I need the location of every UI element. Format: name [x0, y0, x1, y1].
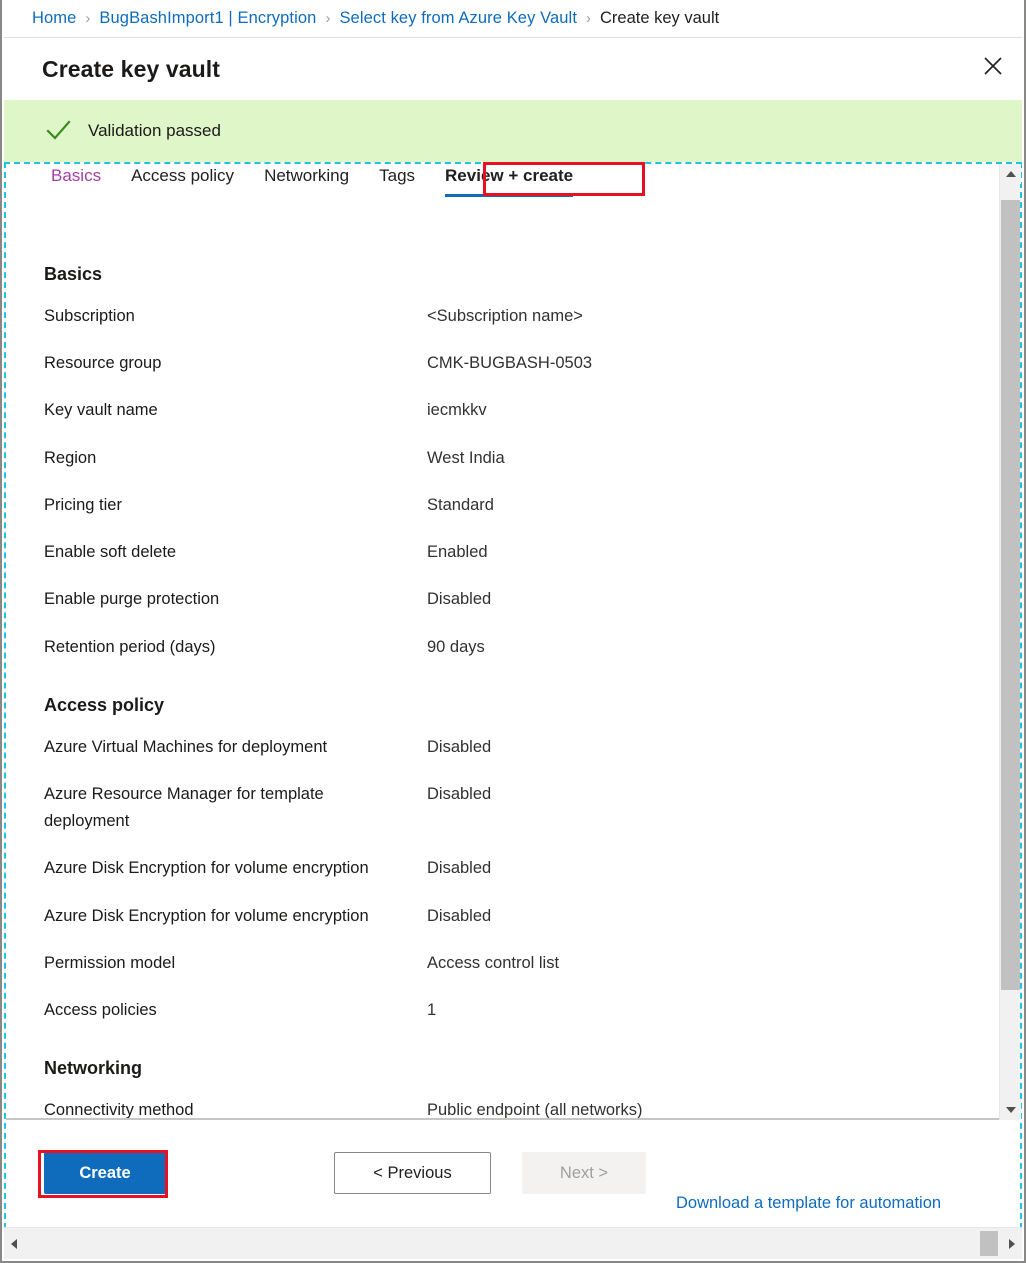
- breadcrumb-separator: ›: [586, 10, 591, 27]
- summary-row-label: Enable soft delete: [44, 539, 427, 566]
- breadcrumb-item-1[interactable]: BugBashImport1 | Encryption: [99, 9, 316, 28]
- summary-row: Retention period (days)90 days: [6, 634, 1020, 661]
- vertical-scrollbar[interactable]: [999, 164, 1020, 1120]
- breadcrumb-item-3: Create key vault: [600, 9, 719, 28]
- breadcrumb-separator: ›: [85, 10, 90, 27]
- summary-row-value: Disabled: [427, 781, 491, 808]
- next-button: Next >: [522, 1152, 646, 1194]
- breadcrumb-item-0[interactable]: Home: [32, 9, 76, 28]
- section-title: Networking: [6, 1058, 1020, 1079]
- tab-review-create[interactable]: Review + create: [445, 164, 573, 194]
- checkmark-icon: [44, 117, 72, 145]
- tab-basics[interactable]: Basics: [51, 164, 101, 194]
- summary-row-label: Resource group: [44, 350, 427, 377]
- validation-message: Validation passed: [88, 121, 221, 141]
- breadcrumb-item-2[interactable]: Select key from Azure Key Vault: [339, 9, 577, 28]
- create-button[interactable]: Create: [44, 1152, 166, 1194]
- summary-row: Permission modelAccess control list: [6, 950, 1020, 977]
- summary-row-label: Azure Disk Encryption for volume encrypt…: [44, 855, 427, 882]
- summary-row: RegionWest India: [6, 445, 1020, 472]
- summary-row-value: Standard: [427, 492, 494, 519]
- breadcrumb: Home › BugBashImport1 | Encryption › Select …: [4, 0, 1022, 38]
- previous-button[interactable]: < Previous: [334, 1152, 491, 1194]
- summary-row: Azure Virtual Machines for deploymentDis…: [6, 734, 1020, 761]
- summary-row-label: Retention period (days): [44, 634, 427, 661]
- summary-row-label: Pricing tier: [44, 492, 427, 519]
- chevron-left-icon[interactable]: [4, 1228, 24, 1259]
- create-key-vault-blade: Home › BugBashImport1 | Encryption › Select …: [0, 0, 1026, 1263]
- summary-row-value: <Subscription name>: [427, 303, 583, 330]
- summary-section: Networking Connectivity methodPublic endp…: [6, 1058, 1020, 1120]
- summary-row-value: Access control list: [427, 950, 559, 977]
- tab-networking[interactable]: Networking: [264, 164, 349, 194]
- summary-row-label: Access policies: [44, 997, 427, 1024]
- summary-row-label: Azure Resource Manager for template depl…: [44, 781, 427, 835]
- summary-row: Enable purge protectionDisabled: [6, 586, 1020, 613]
- summary-row-value: Disabled: [427, 586, 491, 613]
- summary-row-value: Disabled: [427, 734, 491, 761]
- blade-title-bar: Create key vault: [4, 39, 1022, 100]
- summary-row: Subscription<Subscription name>: [6, 303, 1020, 330]
- summary-row-label: Permission model: [44, 950, 427, 977]
- summary-row: Enable soft deleteEnabled: [6, 539, 1020, 566]
- summary-row-label: Region: [44, 445, 427, 472]
- summary-row-value: Disabled: [427, 903, 491, 930]
- vertical-scrollbar-thumb[interactable]: [1001, 200, 1020, 990]
- wizard-body: Basics Access policy Networking Tags Review …: [4, 162, 1022, 1259]
- summary-row-value: West India: [427, 445, 505, 472]
- summary-row: Azure Resource Manager for template depl…: [6, 781, 1020, 835]
- summary-row-value: CMK-BUGBASH-0503: [427, 350, 592, 377]
- breadcrumb-separator: ›: [325, 10, 330, 27]
- review-scroll-area[interactable]: BasicsSubscription<Subscription name>Res…: [6, 206, 1020, 1120]
- summary-row: Azure Disk Encryption for volume encrypt…: [6, 855, 1020, 882]
- close-icon[interactable]: [970, 43, 1016, 89]
- horizontal-scrollbar[interactable]: [4, 1227, 1022, 1259]
- summary-row: Azure Disk Encryption for volume encrypt…: [6, 903, 1020, 930]
- summary-row: Pricing tierStandard: [6, 492, 1020, 519]
- review-summary: BasicsSubscription<Subscription name>Res…: [6, 206, 1020, 1120]
- summary-row-value: Public endpoint (all networks): [427, 1097, 643, 1120]
- summary-row-value: Enabled: [427, 539, 488, 566]
- summary-row-value: Disabled: [427, 855, 491, 882]
- summary-row-value: iecmkkv: [427, 397, 487, 424]
- summary-section: BasicsSubscription<Subscription name>Res…: [6, 264, 1020, 661]
- summary-row-label: Azure Disk Encryption for volume encrypt…: [44, 903, 427, 930]
- summary-row: Resource groupCMK-BUGBASH-0503: [6, 350, 1020, 377]
- tab-tags[interactable]: Tags: [379, 164, 415, 194]
- summary-row-value: 1: [427, 997, 436, 1024]
- summary-row-label: Key vault name: [44, 397, 427, 424]
- page-title: Create key vault: [4, 56, 220, 83]
- summary-section: Access policy Azure Virtual Machines for …: [6, 695, 1020, 1025]
- summary-row-label: Subscription: [44, 303, 427, 330]
- wizard-tabs: Basics Access policy Networking Tags Review …: [6, 164, 1020, 206]
- summary-row-label: Azure Virtual Machines for deployment: [44, 734, 427, 761]
- chevron-up-icon[interactable]: [1000, 164, 1021, 184]
- content-divider: [6, 1118, 1020, 1120]
- summary-row: Connectivity methodPublic endpoint (all …: [6, 1097, 1020, 1120]
- summary-row-value: 90 days: [427, 634, 485, 661]
- chevron-down-icon[interactable]: [1000, 1100, 1021, 1120]
- summary-row-label: Connectivity method: [44, 1097, 427, 1120]
- section-title: Basics: [6, 264, 1020, 285]
- summary-row: Key vault nameiecmkkv: [6, 397, 1020, 424]
- download-template-link[interactable]: Download a template for automation: [676, 1194, 941, 1213]
- chevron-right-icon[interactable]: [1002, 1228, 1022, 1259]
- summary-row-label: Enable purge protection: [44, 586, 427, 613]
- validation-banner: Validation passed: [4, 100, 1022, 162]
- summary-row: Access policies1: [6, 997, 1020, 1024]
- section-title: Access policy: [6, 695, 1020, 716]
- tab-access-policy[interactable]: Access policy: [131, 164, 234, 194]
- horizontal-scrollbar-thumb[interactable]: [980, 1231, 998, 1256]
